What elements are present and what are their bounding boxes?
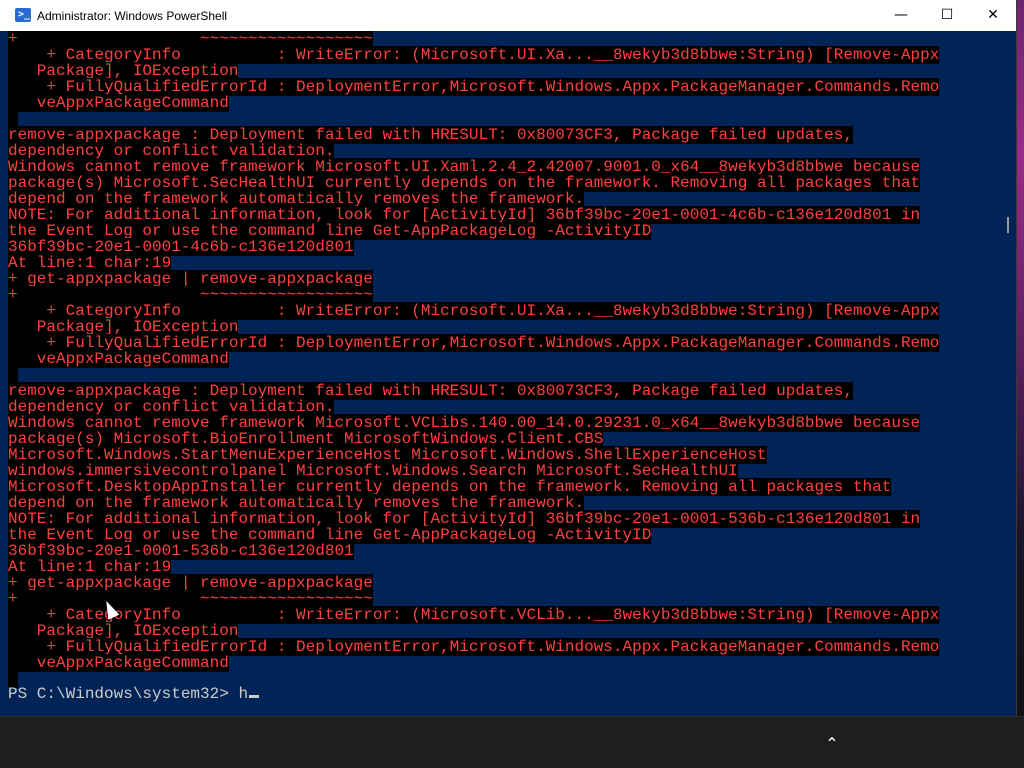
output-line: 36bf39bc-20e1-0001-536b-c136e120d801 xyxy=(8,542,939,560)
output-line: depend on the framework automatically re… xyxy=(8,494,939,512)
output-line: + ~~~~~~~~~~~~~~~~~~ xyxy=(8,286,939,304)
output-line: NOTE: For additional information, look f… xyxy=(8,510,939,528)
output-line: 36bf39bc-20e1-0001-4c6b-c136e120d801 xyxy=(8,238,939,256)
scrollbar-thumb[interactable] xyxy=(1007,217,1009,233)
output-line-text: veAppxPackageCommand xyxy=(8,350,229,368)
output-line xyxy=(8,110,939,128)
output-line: veAppxPackageCommand xyxy=(8,350,939,368)
output-line: remove-appxpackage : Deployment failed w… xyxy=(8,126,939,144)
output-line: windows.immersivecontrolpanel Microsoft.… xyxy=(8,462,939,480)
title-bar[interactable]: >_ Administrator: Windows PowerShell — ☐… xyxy=(0,0,1016,31)
window-title: Administrator: Windows PowerShell xyxy=(37,9,228,23)
output-line: Microsoft.DesktopAppInstaller currently … xyxy=(8,478,939,496)
output-line: + FullyQualifiedErrorId : DeploymentErro… xyxy=(8,638,940,656)
output-line: At line:1 char:19 xyxy=(8,558,939,576)
output-line: + CategoryInfo : WriteError: (Microsoft.… xyxy=(8,46,940,64)
output-line: + get-appxpackage | remove-appxpackage xyxy=(8,270,939,288)
chevron-up-icon[interactable]: ⌃ xyxy=(818,732,846,756)
output-line: + FullyQualifiedErrorId : DeploymentErro… xyxy=(8,334,940,352)
text-cursor xyxy=(249,695,260,698)
output-line: Windows cannot remove framework Microsof… xyxy=(8,414,939,432)
output-line: remove-appxpackage : Deployment failed w… xyxy=(8,382,939,400)
output-line-text: veAppxPackageCommand xyxy=(8,654,229,672)
output-line: Package], IOException xyxy=(8,622,939,640)
terminal-output[interactable]: + ~~~~~~~~~~~~~~~~~~ + CategoryInfo : Wr… xyxy=(0,31,1000,712)
output-line: + get-appxpackage | remove-appxpackage xyxy=(8,574,939,592)
output-line: At line:1 char:19 xyxy=(8,254,939,272)
output-line: depend on the framework automatically re… xyxy=(8,190,939,208)
command-input[interactable]: h xyxy=(238,685,248,703)
output-line: dependency or conflict validation. xyxy=(8,398,939,416)
maximize-button[interactable]: ☐ xyxy=(924,0,970,31)
powershell-icon[interactable]: >_ xyxy=(15,8,31,22)
output-line: + ~~~~~~~~~~~~~~~~~~ xyxy=(8,590,939,608)
prompt-text: PS C:\Windows\system32> xyxy=(8,685,239,703)
command-line[interactable]: PS C:\Windows\system32> h xyxy=(8,685,260,703)
output-line: veAppxPackageCommand xyxy=(8,94,939,112)
output-line: dependency or conflict validation. xyxy=(8,142,939,160)
output-line: + CategoryInfo : WriteError: (Microsoft.… xyxy=(8,302,940,320)
output-line: the Event Log or use the command line Ge… xyxy=(8,526,939,544)
output-line: Microsoft.Windows.StartMenuExperienceHos… xyxy=(8,446,939,464)
close-button[interactable]: ✕ xyxy=(970,0,1016,31)
output-line-text: veAppxPackageCommand xyxy=(8,94,229,112)
output-line: + ~~~~~~~~~~~~~~~~~~ xyxy=(8,31,939,48)
minimize-button[interactable]: — xyxy=(878,0,924,31)
output-line: package(s) Microsoft.BioEnrollment Micro… xyxy=(8,430,939,448)
output-line: veAppxPackageCommand xyxy=(8,654,939,672)
output-line: Package], IOException xyxy=(8,62,939,80)
output-line: Package], IOException xyxy=(8,318,939,336)
output-line: + FullyQualifiedErrorId : DeploymentErro… xyxy=(8,78,940,96)
output-line: NOTE: For additional information, look f… xyxy=(8,206,939,224)
output-line: + CategoryInfo : WriteError: (Microsoft.… xyxy=(8,606,940,624)
output-lines: + ~~~~~~~~~~~~~~~~~~ + CategoryInfo : Wr… xyxy=(8,31,940,688)
output-line: Windows cannot remove framework Microsof… xyxy=(8,158,939,176)
taskbar: ⌃ xyxy=(0,716,1024,768)
output-line: package(s) Microsoft.SecHealthUI current… xyxy=(8,174,939,192)
powershell-window[interactable]: >_ Administrator: Windows PowerShell — ☐… xyxy=(0,0,1016,716)
output-line: the Event Log or use the command line Ge… xyxy=(8,222,939,240)
output-line xyxy=(8,366,939,384)
scrollbar[interactable] xyxy=(1000,31,1016,712)
